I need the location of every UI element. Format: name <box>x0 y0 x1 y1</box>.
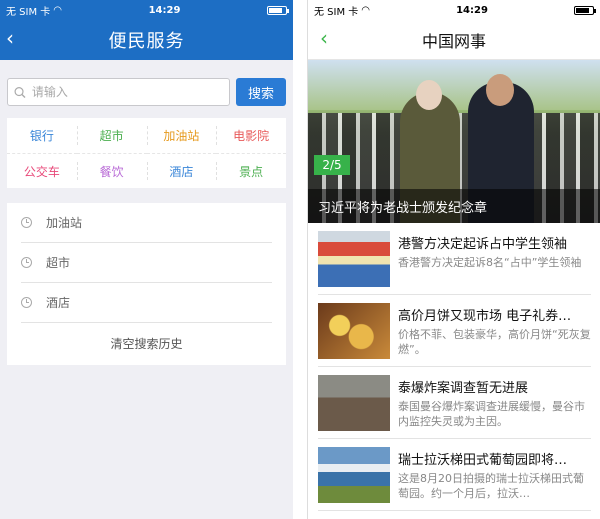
search-icon <box>14 86 26 98</box>
news-title: 港警方决定起诉占中学生领袖 <box>398 236 568 252</box>
news-title: 泰爆炸案调查暂无进展 <box>398 380 529 396</box>
clock-icon <box>21 297 32 308</box>
category-item[interactable]: 电影院 <box>216 118 286 153</box>
news-summary: 香港警方决定起诉8名“占中”学生领袖 <box>398 255 582 269</box>
history-item[interactable]: 超市 <box>21 243 272 283</box>
search-input[interactable] <box>31 85 229 99</box>
slide-counter: 2/5 <box>314 155 350 175</box>
category-item[interactable]: 银行 <box>7 118 77 153</box>
wifi-icon: ◠ <box>53 4 63 16</box>
right-phone-screen: 无 SIM 卡 ◠ 14:29 ‹ 中国网事 2/5 习近平将为老战士颁发纪念章… <box>307 0 600 519</box>
category-item[interactable]: 餐饮 <box>76 153 147 188</box>
news-thumbnail <box>318 446 390 503</box>
battery-icon <box>267 5 289 15</box>
news-summary: 这是8月20日拍摄的瑞士拉沃梯田式葡萄园。约一个月后，拉沃… <box>398 471 584 500</box>
news-list: 港警方决定起诉占中学生领袖 香港警方决定起诉8名“占中”学生领袖 高价月饼又现市… <box>308 223 600 511</box>
back-icon[interactable]: ‹ <box>6 28 14 48</box>
screen-gap <box>293 0 307 519</box>
history-item-label: 加油站 <box>46 216 83 230</box>
news-item[interactable]: 泰爆炸案调查暂无进展 泰国曼谷爆炸案调查进展缓慢，曼谷市内监控失灵或为主因。 <box>318 367 591 439</box>
search-box[interactable] <box>7 78 230 106</box>
back-icon[interactable]: ‹ <box>320 28 328 48</box>
news-thumbnail <box>318 374 390 431</box>
left-header: 无 SIM 卡 ◠ 14:29 ‹ 便民服务 <box>0 0 293 60</box>
carrier-label: 无 SIM 卡 <box>314 6 359 18</box>
history-item[interactable]: 加油站 <box>21 203 272 243</box>
status-time: 14:29 <box>148 4 181 16</box>
news-item[interactable]: 高价月饼又现市场 电子礼券… 价格不菲、包装豪华，高价月饼“死灰复燃”。 <box>318 295 591 367</box>
search-row: 搜索 <box>7 78 286 106</box>
history-item[interactable]: 酒店 <box>21 283 272 323</box>
page-title: 便民服务 <box>108 31 185 52</box>
search-history: 加油站 超市 酒店 清空搜索历史 <box>7 203 286 365</box>
wifi-icon: ◠ <box>361 4 371 16</box>
history-item-label: 超市 <box>46 256 71 270</box>
category-grid: 银行 超市 加油站 电影院公交车 餐饮 酒店 景点 <box>7 118 286 188</box>
news-title: 瑞士拉沃梯田式葡萄园即将… <box>398 452 568 468</box>
category-item[interactable]: 景点 <box>216 153 286 188</box>
hero-caption: 习近平将为老战士颁发纪念章 <box>308 189 600 223</box>
nav-bar: ‹ 便民服务 <box>0 20 293 60</box>
clock-icon <box>21 257 32 268</box>
category-item[interactable]: 酒店 <box>146 153 217 188</box>
category-item[interactable]: 加油站 <box>146 118 217 153</box>
news-summary: 价格不菲、包装豪华，高价月饼“死灰复燃”。 <box>398 327 591 356</box>
category-item[interactable]: 超市 <box>76 118 147 153</box>
category-item[interactable]: 公交车 <box>7 153 77 188</box>
news-summary: 泰国曼谷爆炸案调查进展缓慢，曼谷市内监控失灵或为主因。 <box>398 399 585 428</box>
news-thumbnail <box>318 302 390 359</box>
nav-bar: ‹ 中国网事 <box>308 20 600 60</box>
battery-icon <box>574 5 596 15</box>
left-phone-screen: 无 SIM 卡 ◠ 14:29 ‹ 便民服务 搜索 银行超市加油站电影院公交车餐… <box>0 0 293 519</box>
clock-icon <box>21 217 32 228</box>
status-bar: 无 SIM 卡 ◠ 14:29 <box>0 0 293 20</box>
carrier-label: 无 SIM 卡 <box>6 6 51 18</box>
news-thumbnail <box>318 230 390 287</box>
status-bar: 无 SIM 卡 ◠ 14:29 <box>308 0 600 20</box>
news-title: 高价月饼又现市场 电子礼券… <box>398 308 572 324</box>
page-title: 中国网事 <box>421 31 486 51</box>
clear-history-button[interactable]: 清空搜索历史 <box>7 323 286 363</box>
hero-banner[interactable]: 2/5 习近平将为老战士颁发纪念章 <box>308 60 600 223</box>
history-item-label: 酒店 <box>46 296 71 310</box>
status-time: 14:29 <box>456 4 488 16</box>
search-button[interactable]: 搜索 <box>236 78 286 106</box>
news-item[interactable]: 瑞士拉沃梯田式葡萄园即将… 这是8月20日拍摄的瑞士拉沃梯田式葡萄园。约一个月后… <box>318 439 591 511</box>
news-item[interactable]: 港警方决定起诉占中学生领袖 香港警方决定起诉8名“占中”学生领袖 <box>318 223 591 295</box>
